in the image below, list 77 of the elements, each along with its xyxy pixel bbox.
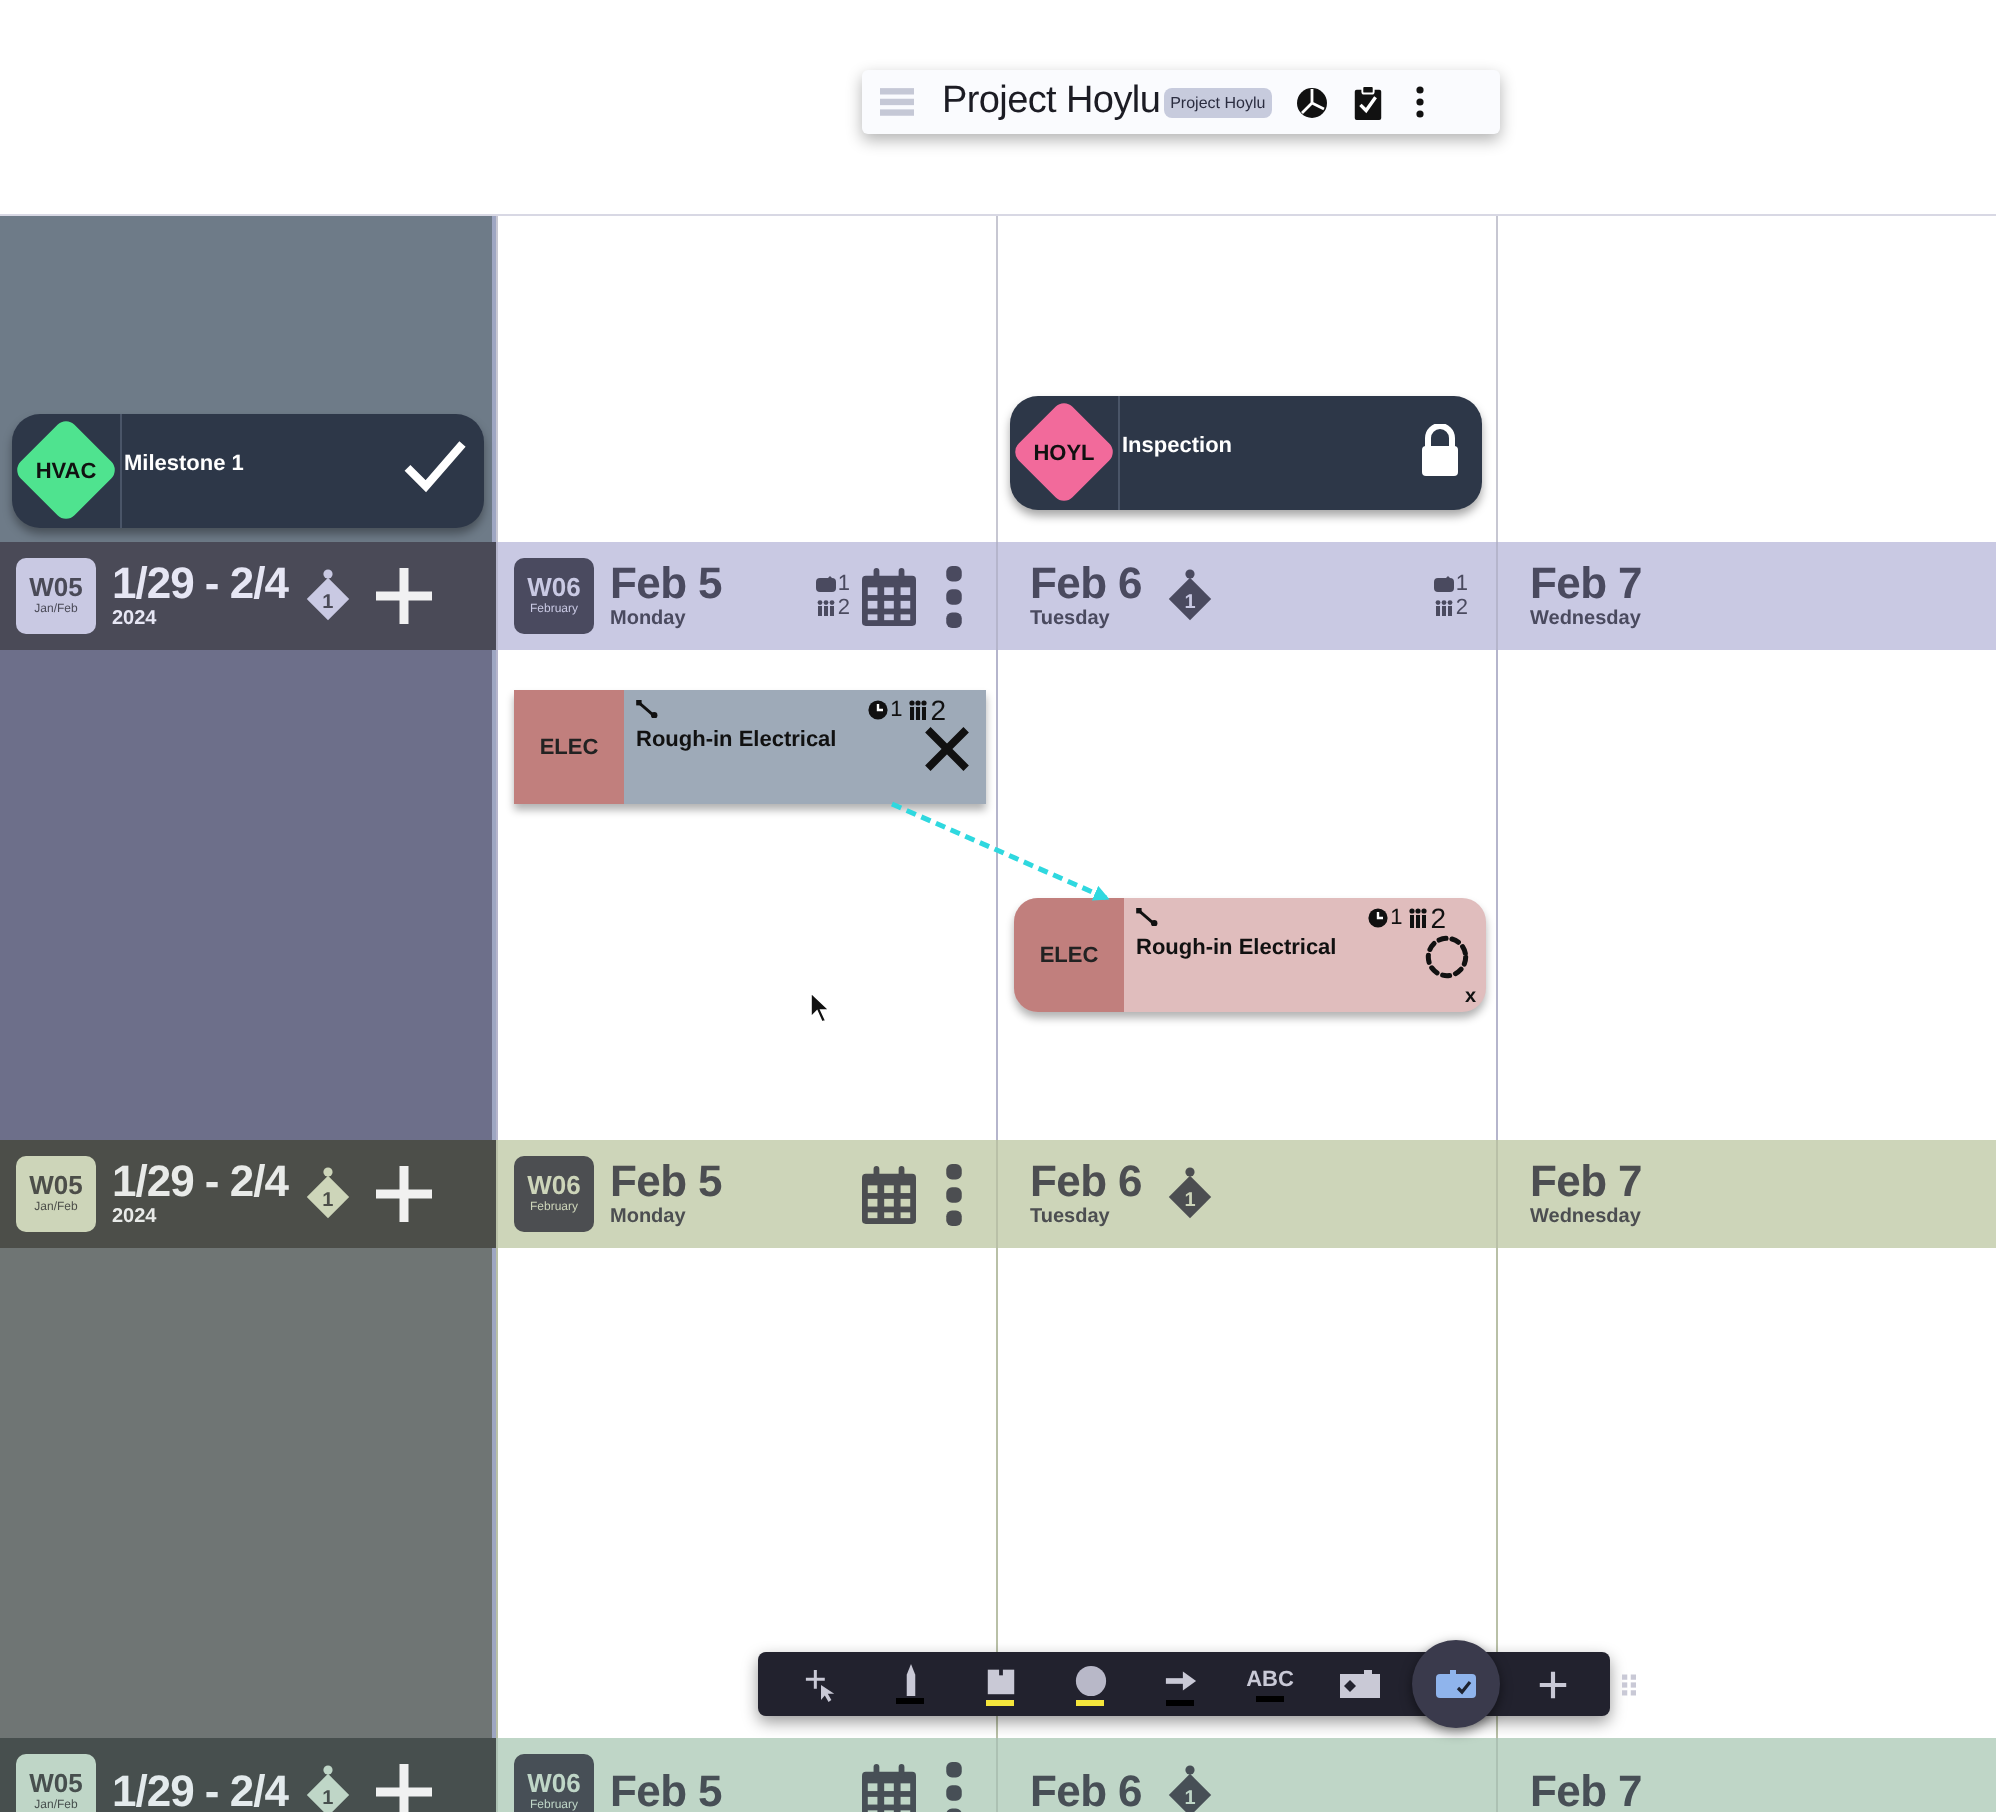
task-name: Rough-in Electrical	[636, 728, 837, 752]
add-icon[interactable]	[373, 1762, 434, 1812]
board-tag: Project Hoylu	[1164, 87, 1272, 117]
milestone-name: Milestone 1	[124, 452, 244, 476]
day-date: Feb 5	[610, 560, 722, 608]
link-icon	[1136, 908, 1158, 926]
day-date: Feb 6	[1030, 1768, 1142, 1812]
clock-icon	[1368, 907, 1389, 927]
calendar-icon[interactable]	[862, 567, 916, 625]
weekday-label: Wednesday	[1530, 608, 1642, 632]
clock-icon	[868, 699, 889, 719]
mouse-pointer-icon	[810, 992, 830, 1024]
clock-count: 1	[890, 697, 903, 721]
pie-chart-icon[interactable]	[1295, 85, 1328, 119]
people-icon	[1408, 907, 1429, 927]
more-icon[interactable]	[1415, 86, 1424, 118]
task-name: Rough-in Electrical	[1136, 936, 1337, 960]
milestone-code: HVAC	[12, 414, 122, 528]
add-icon[interactable]	[373, 1164, 434, 1224]
year-label: 2024	[112, 608, 159, 632]
plus-icon	[1535, 1667, 1569, 1701]
week-range: 1/29 - 2/4	[112, 1768, 288, 1812]
year-label: 2024	[112, 1206, 159, 1230]
weekday-label: Monday	[610, 608, 688, 632]
task-tool[interactable]	[1412, 1640, 1500, 1728]
count-value: 1	[1455, 572, 1468, 596]
task-card[interactable]: ELEC 1 2 Rough-in Electrical x	[1014, 898, 1486, 1012]
dashed-circle-icon	[1424, 934, 1470, 980]
people-icon	[815, 600, 836, 616]
add-icon[interactable]	[373, 566, 434, 626]
milestone-card[interactable]: HOYL Inspection	[1010, 396, 1482, 510]
day-date: Feb 7	[1530, 1158, 1642, 1206]
count-value: 2	[1455, 596, 1468, 620]
count-value: 2	[837, 596, 850, 620]
day-date: Feb 5	[610, 1768, 722, 1812]
day-date: Feb 6	[1030, 1158, 1142, 1206]
milestone-name: Inspection	[1122, 434, 1233, 458]
count-value: 1	[837, 572, 850, 596]
weekday-label: Monday	[610, 1206, 688, 1230]
clipboard-check-icon[interactable]	[1351, 85, 1384, 119]
calendar-icon[interactable]	[862, 1165, 916, 1223]
circle-icon	[1073, 1663, 1107, 1697]
day-date: Feb 7	[1530, 1768, 1642, 1812]
text-tool[interactable]: ABC	[1232, 1654, 1308, 1714]
weekday-label: Tuesday	[1030, 608, 1112, 632]
people-count: 2	[1430, 901, 1446, 933]
move-select-icon	[803, 1667, 837, 1701]
weekday-label: Tuesday	[1030, 1206, 1112, 1230]
week-range: 1/29 - 2/4	[112, 1158, 288, 1206]
day-date: Feb 7	[1530, 560, 1642, 608]
close-button[interactable]: x	[1464, 988, 1476, 1008]
tag-icon	[1433, 576, 1454, 592]
link-icon	[636, 700, 658, 718]
task-card[interactable]: ELEC 1 2 Rough-in Electrical	[514, 690, 986, 804]
cross-icon	[924, 726, 970, 772]
people-icon	[908, 699, 929, 719]
board-title: Project Hoylu	[942, 80, 1161, 124]
day-date: Feb 6	[1030, 560, 1142, 608]
day-date: Feb 5	[610, 1158, 722, 1206]
image-icon	[1338, 1668, 1382, 1700]
lock-icon	[1420, 424, 1460, 476]
grip-icon	[1621, 1673, 1635, 1695]
sticky-note-icon	[983, 1663, 1017, 1697]
tag-icon	[815, 576, 836, 592]
check-icon	[402, 438, 468, 494]
task-code: ELEC	[1014, 898, 1124, 1012]
task-icon	[1434, 1668, 1478, 1700]
people-count: 2	[930, 693, 946, 725]
weekday-label: Wednesday	[1530, 1206, 1642, 1230]
calendar-icon[interactable]	[862, 1763, 916, 1812]
milestone-card[interactable]: HVAC Milestone 1	[12, 414, 484, 528]
task-code: ELEC	[514, 690, 624, 804]
people-icon	[1433, 600, 1454, 616]
marker-icon	[905, 1664, 915, 1696]
week-range: 1/29 - 2/4	[112, 560, 288, 608]
clock-count: 1	[1390, 905, 1403, 929]
milestone-code: HOYL	[1010, 396, 1120, 510]
